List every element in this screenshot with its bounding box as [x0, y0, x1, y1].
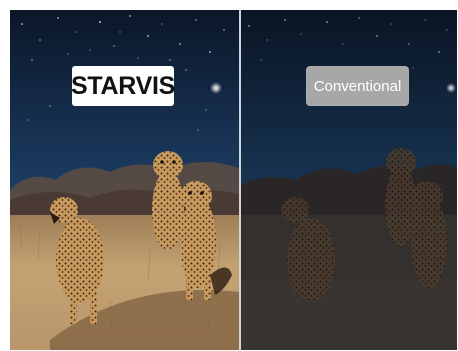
starvis-label: STARVIS [71, 66, 175, 106]
cheetah-back [152, 151, 184, 250]
conventional-panel: Conventional [241, 10, 457, 350]
comparison-image: STARVIS Conventional [10, 10, 457, 350]
conventional-scene [241, 10, 457, 350]
bright-star [446, 83, 456, 93]
conventional-label: Conventional [306, 66, 409, 106]
starvis-panel: STARVIS [10, 10, 239, 350]
bright-star [210, 82, 222, 94]
cheetah-front [411, 181, 447, 288]
starvis-scene [10, 10, 239, 350]
